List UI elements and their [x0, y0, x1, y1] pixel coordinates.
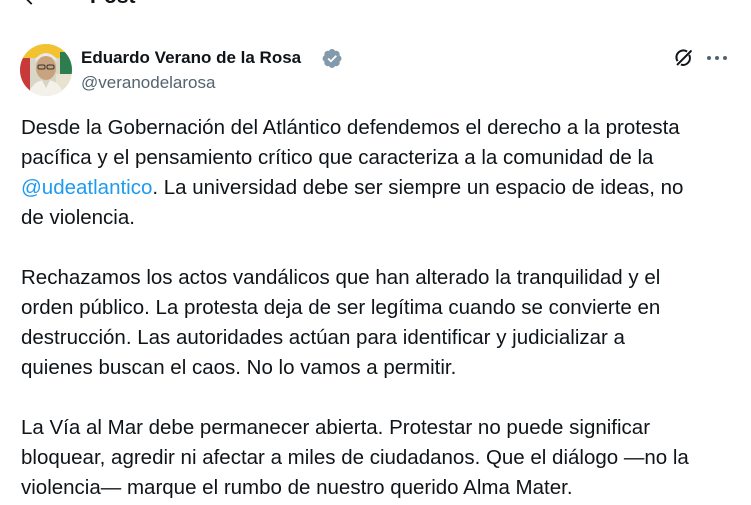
page-title: Post [90, 0, 136, 8]
author-handle[interactable]: @veranodelarosa [81, 72, 215, 94]
tweet-line: Desde la Gobernación del Atlántico defen… [21, 116, 680, 139]
mention-link-udeatlantico[interactable]: @udeatlantico [21, 176, 152, 199]
tweet-line: La Vía al Mar debe permanecer abierta. P… [21, 416, 651, 439]
tweet-line: violencia— marque el rumbo de nuestro qu… [21, 476, 573, 499]
verified-badge-icon[interactable] [322, 48, 343, 69]
tweet-line-rest: . La universidad debe ser siempre un esp… [152, 176, 684, 199]
avatar[interactable] [20, 44, 72, 96]
post-page: Post Eduardo Verano de la Rosa @veranode… [0, 0, 751, 505]
tweet-line: pacífica y el pensamiento crítico que ca… [21, 146, 654, 169]
tweet-text: Desde la Gobernación del Atlántico defen… [21, 113, 741, 503]
tweet-line: destrucción. Las autoridades actúan para… [21, 326, 625, 349]
avatar-image [20, 44, 72, 96]
author-name[interactable]: Eduardo Verano de la Rosa [81, 47, 301, 69]
tweet-line: bloquear, agredir ni afectar a miles de … [21, 446, 689, 469]
tweet-line: Rechazamos los actos vandálicos que han … [21, 266, 661, 289]
tweet-line: quienes buscan el caos. No lo vamos a pe… [21, 356, 457, 379]
tweet-line-with-mention: @udeatlantico. La universidad debe ser s… [21, 173, 741, 203]
tweet-line: de violencia. [21, 206, 135, 229]
back-arrow-icon[interactable] [20, 0, 42, 8]
more-options-icon[interactable] [705, 47, 729, 69]
tweet-line: orden público. La protesta deja de ser l… [21, 296, 661, 319]
grok-icon[interactable] [673, 47, 695, 69]
post-header: Post [0, 0, 751, 10]
